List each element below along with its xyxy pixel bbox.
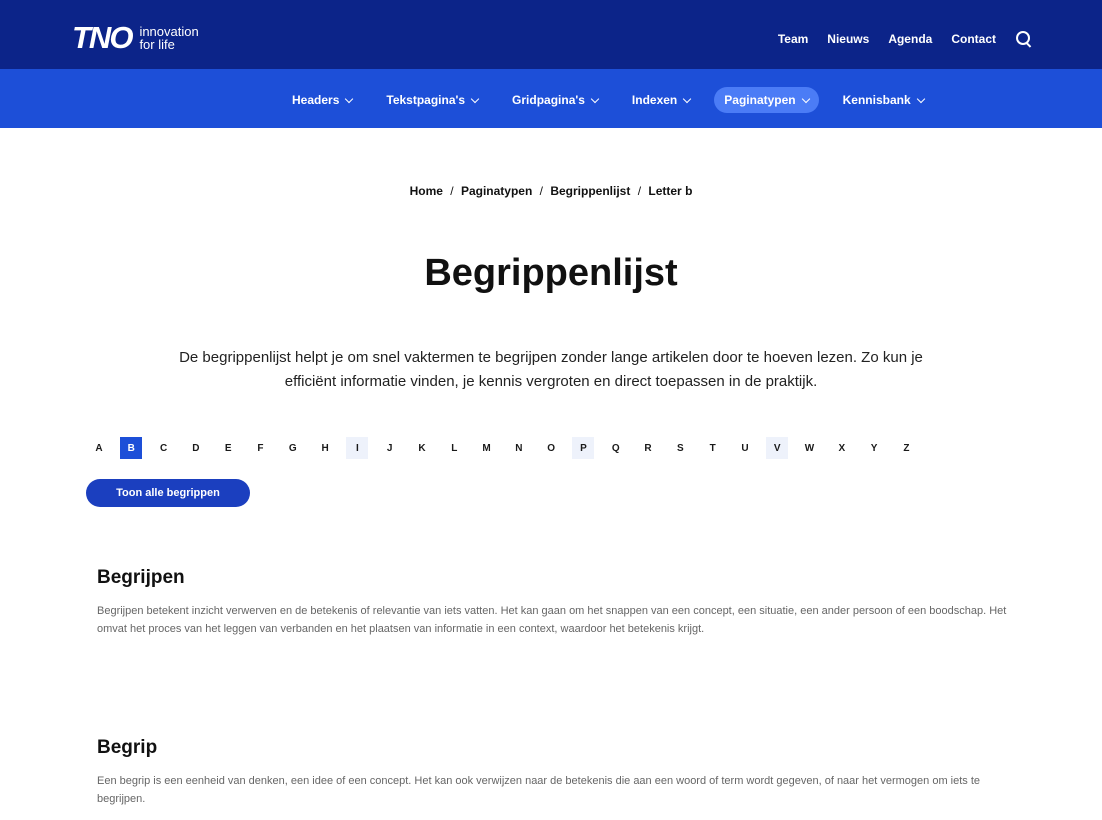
letter-j[interactable]: J [379, 437, 401, 459]
subnav-indexen[interactable]: Indexen [622, 87, 700, 113]
letter-w[interactable]: W [799, 437, 821, 459]
letter-o[interactable]: O [540, 437, 562, 459]
subnav-paginatypen[interactable]: Paginatypen [714, 87, 819, 113]
subnav-gridpaginas[interactable]: Gridpagina's [502, 87, 608, 113]
subnav-label: Gridpagina's [512, 93, 585, 107]
letter-b[interactable]: B [120, 437, 143, 459]
topnav-team[interactable]: Team [778, 32, 808, 46]
subnav-label: Indexen [631, 93, 678, 107]
topnav-agenda[interactable]: Agenda [888, 32, 932, 46]
chevron-down-icon [801, 94, 810, 103]
top-nav: Team Nieuws Agenda Contact [759, 31, 1032, 47]
subnav-headers[interactable]: Headers [282, 87, 362, 113]
subnav-label: Kennisbank [842, 93, 911, 107]
tno-logo[interactable]: TNO innovation for life [72, 22, 199, 53]
term-body: Begrijpen betekent inzicht verwerven en … [97, 605, 1007, 635]
subnav-label: Paginatypen [724, 93, 796, 107]
term-title: Begrip [97, 737, 158, 758]
letter-c[interactable]: C [153, 437, 175, 459]
term-entry: Begrip Een begrip is een eenheid van den… [97, 737, 1027, 808]
letter-s[interactable]: S [669, 437, 691, 459]
topnav-contact[interactable]: Contact [951, 32, 996, 46]
chevron-down-icon [590, 94, 600, 103]
search-icon[interactable] [1016, 31, 1032, 47]
letter-m[interactable]: M [476, 437, 498, 459]
letter-q[interactable]: Q [605, 437, 627, 459]
logo-mark: TNO [72, 20, 133, 55]
breadcrumb-paginatypen[interactable]: Paginatypen [461, 184, 532, 198]
page-title: Begrippenlijst [424, 252, 678, 294]
chevron-down-icon [916, 94, 925, 103]
breadcrumb-begrippenlijst[interactable]: Begrippenlijst [550, 184, 630, 198]
logo-tagline: innovation for life [139, 25, 198, 51]
chevron-down-icon [470, 94, 480, 103]
letter-l[interactable]: L [443, 437, 465, 459]
letter-i[interactable]: I [346, 437, 369, 459]
chevron-down-icon [345, 94, 354, 103]
breadcrumb-separator: / [637, 184, 642, 198]
letter-e[interactable]: E [217, 437, 239, 459]
letter-n[interactable]: N [508, 437, 530, 459]
letter-v[interactable]: V [766, 437, 789, 459]
term-title: Begrijpen [97, 567, 185, 588]
letter-h[interactable]: H [314, 437, 336, 459]
term-entry: Begrijpen Begrijpen betekent inzicht ver… [97, 567, 1027, 638]
subnav-kennisbank[interactable]: Kennisbank [833, 87, 934, 113]
breadcrumb: Home / Paginatypen / Begrippenlijst / Le… [0, 184, 1102, 198]
letter-u[interactable]: U [734, 437, 756, 459]
alphabet-filter: ABCDEFGHIJKLMNOPQRSTUVWXYZ [88, 437, 928, 459]
letter-y[interactable]: Y [863, 437, 885, 459]
letter-a[interactable]: A [88, 437, 110, 459]
subnav-list: Headers Tekstpagina's Gridpagina's Index… [282, 87, 948, 113]
breadcrumb-home[interactable]: Home [410, 184, 443, 198]
tagline-line1: innovation [139, 23, 199, 39]
letter-t[interactable]: T [702, 437, 724, 459]
letter-r[interactable]: R [637, 437, 659, 459]
intro-text: De begrippenlijst helpt je om snel vakte… [179, 349, 923, 390]
letter-f[interactable]: F [249, 437, 271, 459]
subnav-label: Tekstpagina's [386, 93, 466, 107]
breadcrumb-current: Letter b [648, 184, 693, 198]
letter-g[interactable]: G [282, 437, 304, 459]
tagline-line2: for life [139, 36, 175, 52]
subnav-tekstpaginas[interactable]: Tekstpagina's [376, 87, 488, 113]
top-header: TNO innovation for life Team Nieuws Agen… [0, 0, 1102, 69]
letter-k[interactable]: K [411, 437, 433, 459]
letter-z[interactable]: Z [895, 437, 917, 459]
chevron-down-icon [683, 94, 692, 103]
sub-navigation: Headers Tekstpagina's Gridpagina's Index… [0, 69, 1102, 128]
breadcrumb-separator: / [539, 184, 543, 198]
letter-p[interactable]: P [572, 437, 595, 459]
letter-d[interactable]: D [185, 437, 207, 459]
show-all-button[interactable]: Toon alle begrippen [86, 479, 250, 507]
letter-x[interactable]: X [831, 437, 853, 459]
term-body: Een begrip is een eenheid van denken, ee… [97, 775, 981, 805]
topnav-nieuws[interactable]: Nieuws [827, 32, 869, 46]
subnav-label: Headers [292, 93, 340, 107]
breadcrumb-separator: / [450, 184, 454, 198]
